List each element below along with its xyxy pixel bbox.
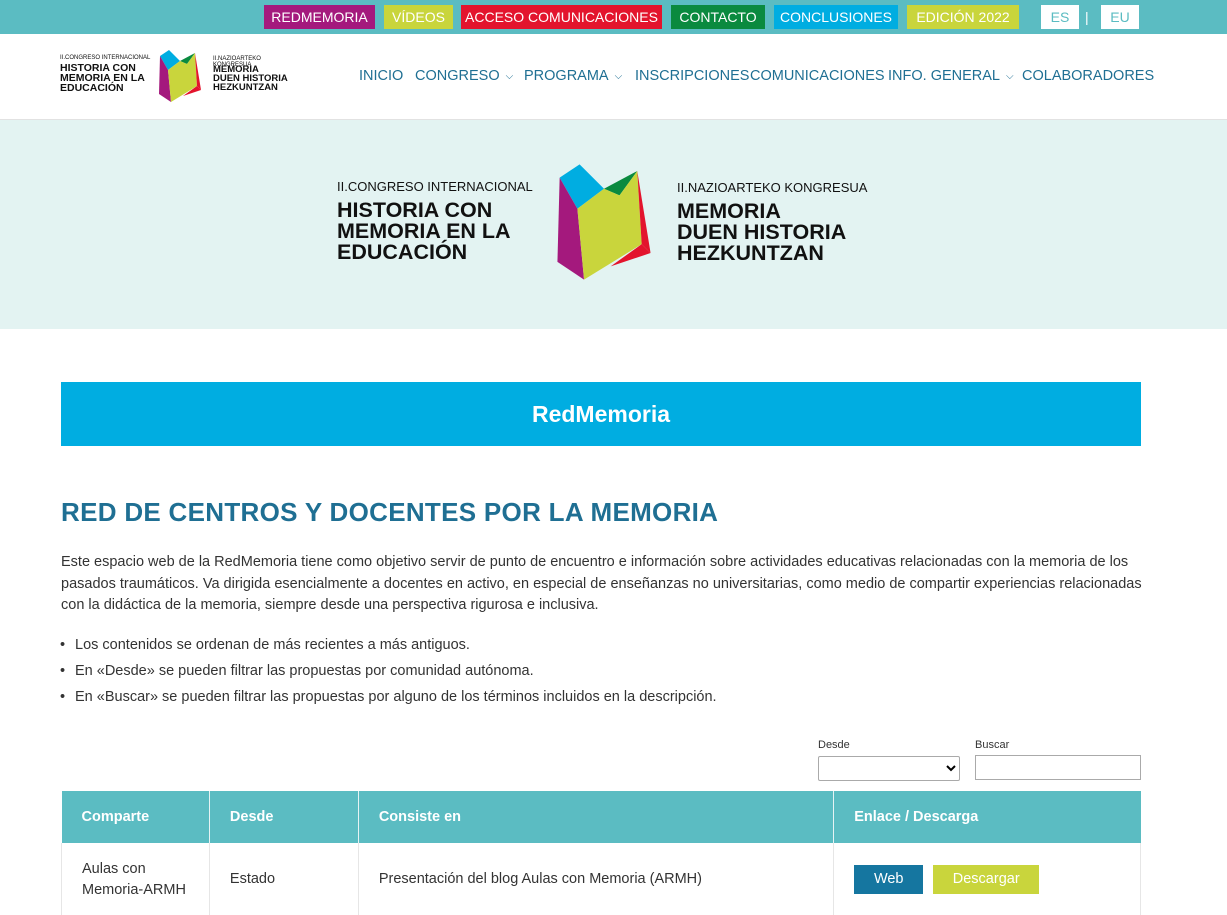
language-es[interactable]: ES [1041, 5, 1079, 29]
desde-label: Desde [818, 739, 850, 751]
hero-left-line4: EDUCACIÓN [337, 240, 468, 264]
nav-item-label: PROGRAMA [524, 68, 609, 84]
comparte-line: Memoria-ARMH [82, 881, 186, 898]
buscar-input[interactable] [975, 755, 1141, 780]
nav-item-inscripciones[interactable]: INSCRIPCIONES [635, 68, 749, 84]
hero-right-line1: II.NAZIOARTEKO KONGRESUA [677, 180, 868, 195]
topbar-link-acceso-comunicaciones[interactable]: ACCESO COMUNICACIONES [461, 5, 662, 29]
desde-select[interactable] [818, 756, 960, 781]
section-heading: RED DE CENTROS Y DOCENTES POR LA MEMORIA [61, 497, 719, 527]
info-list: Los contenidos se ordenan de más recient… [60, 632, 717, 710]
nav-item-label: INICIO [359, 68, 404, 84]
nav-item-label: CONGRESO [415, 68, 500, 84]
chevron-down-icon: ⌵ [1006, 71, 1014, 82]
list-item: En «Buscar» se pueden filtrar las propue… [60, 684, 717, 710]
book-logo-icon [557, 164, 651, 280]
nav-item-inicio[interactable]: INICIO [359, 68, 403, 84]
hero-right-line3: DUEN HISTORIA [677, 220, 847, 244]
logo-right-line4: HEZKUNTZAN [213, 82, 278, 93]
column-header-consiste[interactable]: Consiste en [358, 791, 835, 843]
nav-item-info-general[interactable]: INFO. GENERAL ⌵ [888, 68, 1014, 84]
comparte-line: Aulas con [82, 860, 146, 877]
hero-right-line4: HEZKUNTZAN [677, 241, 824, 265]
site-logo[interactable]: II.CONGRESO INTERNACIONAL HISTORIA CON M… [60, 48, 300, 104]
cell-consiste: Presentación del blog Aulas con Memoria … [358, 843, 835, 915]
top-bar: REDMEMORIA VÍDEOS ACCESO COMUNICACIONES … [0, 0, 1227, 34]
topbar-link-contacto[interactable]: CONTACTO [671, 5, 765, 29]
hero-left-line1: II.CONGRESO INTERNACIONAL [337, 179, 533, 194]
hero-right-line2: MEMORIA [677, 199, 781, 223]
chevron-down-icon: ⌵ [614, 71, 623, 82]
logo-left-line1: II.CONGRESO INTERNACIONAL [60, 55, 151, 61]
hero-left-line3: MEMORIA EN LA [337, 219, 511, 243]
site-header: II.CONGRESO INTERNACIONAL HISTORIA CON M… [0, 34, 1227, 120]
table-row: Aulas con Memoria-ARMH Estado Presentació… [61, 843, 1141, 915]
chevron-down-icon: ⌵ [505, 71, 514, 82]
hero-banner: II.CONGRESO INTERNACIONAL HISTORIA CON M… [0, 120, 1227, 329]
cell-comparte: Aulas con Memoria-ARMH [61, 843, 210, 915]
cell-enlace: Web Descargar [833, 843, 1141, 915]
nav-item-label: COMUNICACIONES [750, 68, 885, 84]
language-separator: | [1085, 9, 1089, 25]
buscar-label: Buscar [975, 739, 1010, 751]
web-button[interactable]: Web [854, 865, 924, 895]
redmemoria-table: Comparte Desde Consiste en Enlace / Desc… [61, 791, 1141, 915]
topbar-link-edicion-2022[interactable]: EDICIÓN 2022 [907, 5, 1019, 29]
logo-left-line4: EDUCACIÓN [60, 82, 124, 94]
cell-desde: Estado [209, 843, 359, 915]
nav-item-label: INFO. GENERAL [888, 68, 1000, 84]
topbar-link-videos[interactable]: VÍDEOS [384, 5, 453, 29]
column-header-comparte[interactable]: Comparte [61, 791, 210, 843]
nav-item-colaboradores[interactable]: COLABORADORES [1022, 68, 1154, 84]
nav-item-label: INSCRIPCIONES [635, 68, 750, 84]
book-logo-icon [159, 50, 201, 102]
table-header-row: Comparte Desde Consiste en Enlace / Desc… [61, 791, 1141, 843]
nav-item-programa[interactable]: PROGRAMA ⌵ [524, 68, 622, 84]
list-item: Los contenidos se ordenan de más recient… [60, 632, 717, 658]
page-title: RedMemoria [61, 382, 1141, 446]
hero-left-line2: HISTORIA CON [337, 198, 493, 222]
topbar-link-conclusiones[interactable]: CONCLUSIONES [774, 5, 898, 29]
language-eu[interactable]: EU [1101, 5, 1139, 29]
topbar-link-redmemoria[interactable]: REDMEMORIA [264, 5, 375, 29]
nav-item-congreso[interactable]: CONGRESO ⌵ [415, 68, 513, 84]
download-button[interactable]: Descargar [933, 865, 1040, 895]
list-item: En «Desde» se pueden filtrar las propues… [60, 658, 717, 684]
column-header-enlace[interactable]: Enlace / Descarga [833, 791, 1141, 843]
nav-item-comunicaciones[interactable]: COMUNICACIONES [750, 68, 885, 84]
intro-paragraph: Este espacio web de la RedMemoria tiene … [61, 554, 1142, 613]
nav-item-label: COLABORADORES [1022, 68, 1155, 84]
column-header-desde[interactable]: Desde [209, 791, 359, 843]
